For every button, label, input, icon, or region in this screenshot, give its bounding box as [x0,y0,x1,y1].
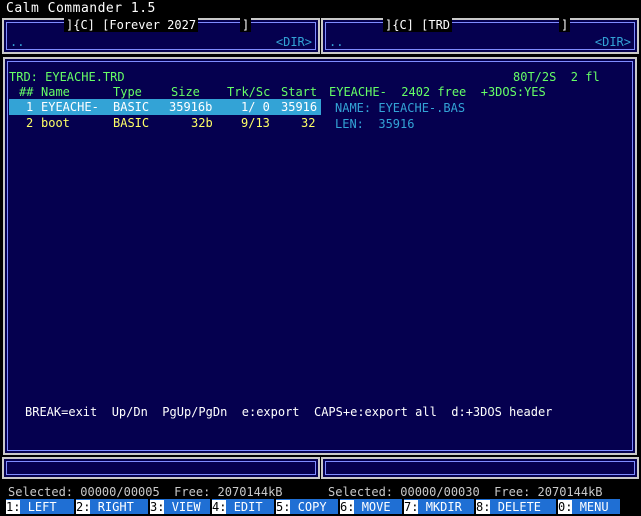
fkey-label: EDIT [233,500,263,514]
status-left: Selected: 00000/00005 Free: 2070144kB [8,485,283,499]
col-size: Size [171,85,200,99]
file-num: 1 [26,100,34,114]
file-size: 35916b [169,100,213,114]
fkey-number: 1: [6,500,21,514]
fkey-label: VIEW [171,500,201,514]
file-row[interactable]: 1 EYEACHE- BASIC 35916b 1/ 0 35916 [9,99,321,115]
col-trksc: Trk/Sc [227,85,271,99]
fkey-delete[interactable]: 8: DELETE [476,499,556,514]
fkey-number: 0: [558,500,573,514]
right-panel-header: ]{C] [TRD [383,18,453,32]
fkey-view[interactable]: 3: VIEW [150,499,210,514]
fkey-edit[interactable]: 4: EDIT [212,499,274,514]
file-name: EYEACHE- [41,100,99,114]
fkey-number: 8: [476,500,491,514]
fkey-right[interactable]: 2: RIGHT [76,499,148,514]
col-start: Start [281,85,318,99]
fkey-number: 7: [404,500,419,514]
col-type: Type [113,85,142,99]
status-right: Selected: 00000/00030 Free: 2070144kB [328,485,603,499]
fkey-left[interactable]: 1: LEFT [6,499,74,514]
col-name: Name [41,85,70,99]
file-num: 2 [26,116,34,130]
right-panel-bottom [321,457,639,479]
app-title: Calm Commander 1.5 [6,1,156,16]
detail-len: LEN: 35916 [335,117,415,131]
dialog-title: TRD: EYEACHE.TRD [9,70,125,84]
file-row[interactable]: 2 boot BASIC 32b 9/13 32 [9,115,321,131]
right-panel[interactable]: ]{C] [TRD ] .. <DIR> [321,18,639,54]
right-panel-dir-tag: <DIR> [594,35,631,49]
file-trksc: 1/ 0 [241,100,270,114]
function-key-bar: 1: LEFT 2: RIGHT 3: VIEW 4: EDIT 5: COPY… [0,499,641,516]
col-number: ## [19,85,34,99]
fkey-label: RIGHT [97,500,134,514]
file-size: 32b [191,116,213,130]
help-line: BREAK=exit Up/Dn PgUp/PgDn e:export CAPS… [25,405,553,419]
fkey-label: DELETE [497,500,542,514]
fkey-mkdir[interactable]: 7: MKDIR [404,499,474,514]
fkey-move[interactable]: 6: MOVE [340,499,402,514]
file-start: 35916 [281,100,318,114]
trd-browser-dialog: TRD: EYEACHE.TRD 80T/2S 2 fl ## Name Typ… [3,57,637,455]
file-type: BASIC [113,116,150,130]
fkey-label: COPY [297,500,327,514]
fkey-label: MKDIR [425,500,462,514]
fkey-copy[interactable]: 5: COPY [276,499,338,514]
file-type: BASIC [113,100,150,114]
disk-info: 80T/2S 2 fl [513,70,600,84]
fkey-number: 3: [150,500,165,514]
fkey-label: MOVE [361,500,391,514]
detail-name: NAME: EYEACHE-.BAS [335,101,466,115]
right-panel-updir[interactable]: .. [329,34,343,50]
fkey-menu[interactable]: 0: MENU [558,499,620,514]
left-panel-bottom [2,457,320,479]
file-name: boot [41,116,70,130]
status-bar: Selected: 00000/00005 Free: 2070144kB Se… [0,484,641,499]
file-start: 32 [301,116,316,130]
left-panel-header: ]{C] [Forever 2027 [64,18,199,32]
fkey-label: MENU [579,500,609,514]
right-panel-header-end: ] [559,18,571,32]
fkey-number: 4: [212,500,227,514]
left-panel-dir-tag: <DIR> [275,35,312,49]
fkey-number: 6: [340,500,355,514]
left-panel[interactable]: ]{C] [Forever 2027 ] .. <DIR> [2,18,320,54]
file-trksc: 9/13 [241,116,270,130]
header-right: EYEACHE- 2402 free +3DOS:YES [329,85,546,99]
fkey-number: 2: [76,500,91,514]
fkey-number: 5: [276,500,291,514]
left-panel-updir[interactable]: .. [10,34,24,50]
fkey-label: LEFT [27,500,57,514]
left-panel-header-end: ] [240,18,252,32]
